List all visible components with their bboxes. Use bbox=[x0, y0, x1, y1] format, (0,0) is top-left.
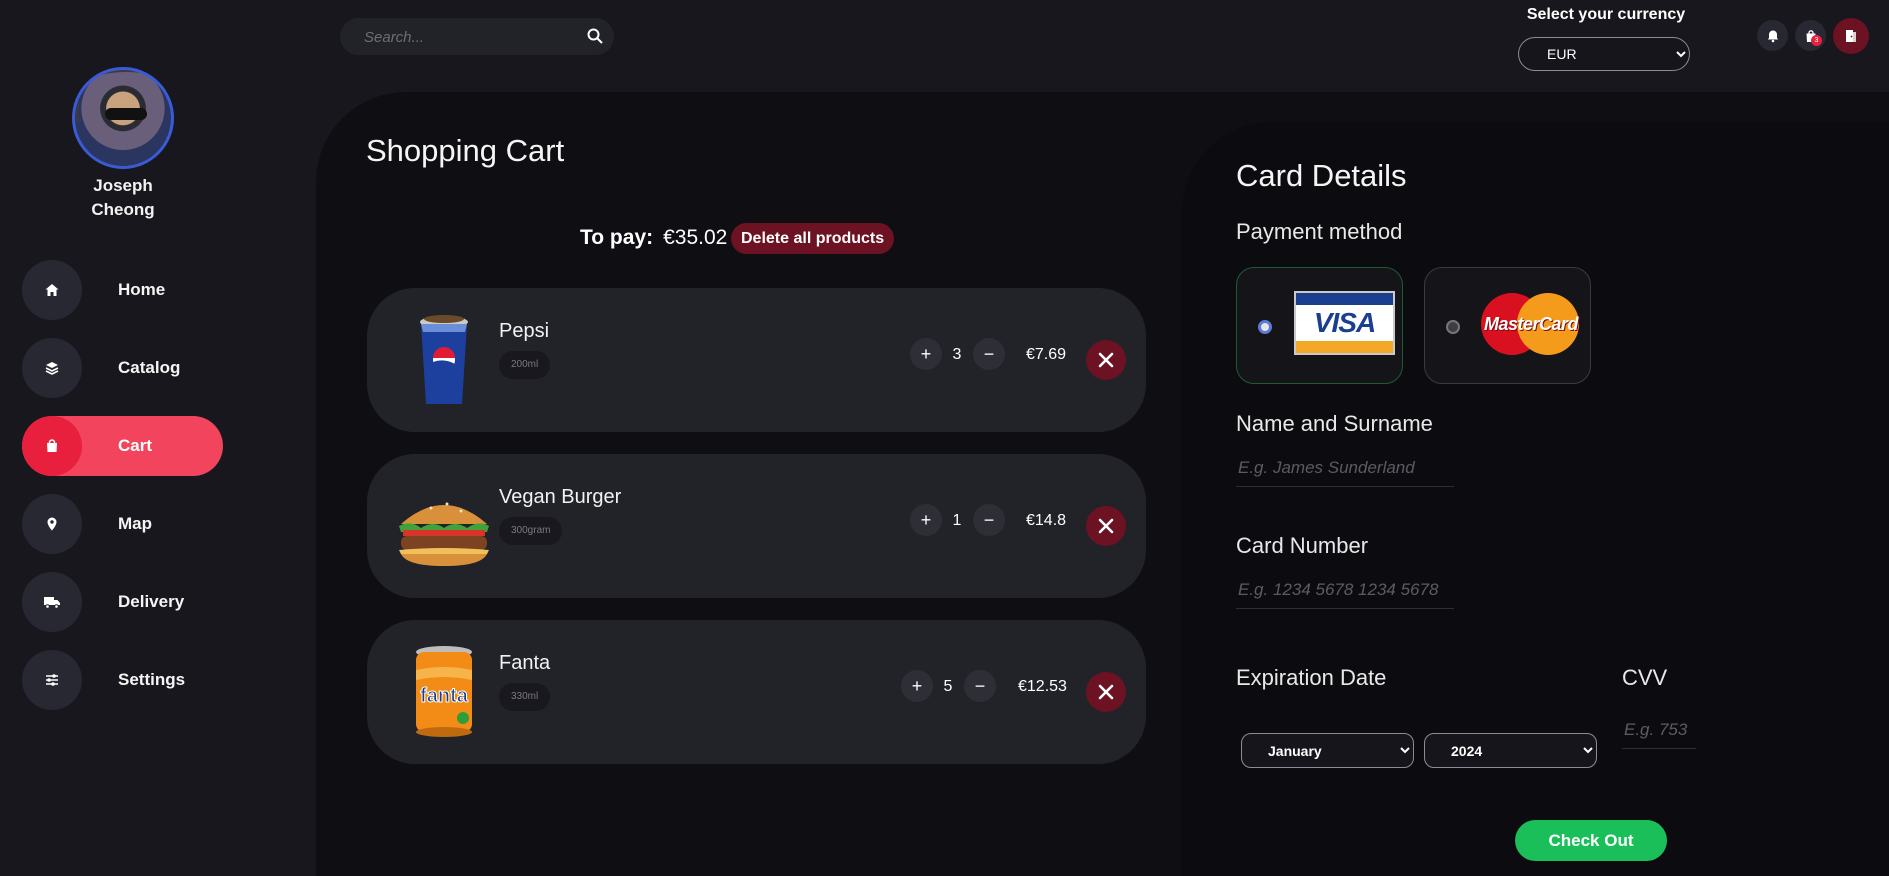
cart-item: Pepsi 200ml + 3 − €7.69 bbox=[367, 288, 1146, 432]
remove-item-button[interactable] bbox=[1086, 672, 1126, 712]
bell-icon[interactable] bbox=[1757, 20, 1788, 51]
home-icon bbox=[22, 260, 82, 320]
payment-option-visa[interactable]: VISA bbox=[1236, 267, 1403, 384]
cvv-field[interactable] bbox=[1622, 711, 1696, 749]
item-price: €7.69 bbox=[1026, 346, 1067, 363]
avatar-glasses bbox=[105, 108, 147, 120]
sidebar-item-label: Delivery bbox=[118, 592, 185, 611]
cart-item: Vegan Burger 300gram + 1 − €14.8 bbox=[367, 454, 1146, 598]
top-icons: 3 bbox=[1757, 18, 1869, 54]
sidebar-item-map[interactable]: Map bbox=[22, 494, 226, 554]
item-quantity: 1 bbox=[952, 512, 962, 529]
truck-icon bbox=[22, 572, 82, 632]
bag-icon bbox=[22, 416, 82, 476]
item-quantity: 5 bbox=[943, 678, 953, 695]
sidebar-item-label: Cart bbox=[118, 436, 153, 455]
sidebar-item-cart[interactable]: Cart bbox=[22, 416, 223, 476]
card-number-label: Card Number bbox=[1236, 533, 1369, 558]
avatar[interactable] bbox=[72, 67, 174, 169]
item-size-badge: 200ml bbox=[499, 351, 551, 379]
to-pay-summary: To pay: €35.02 bbox=[580, 226, 727, 250]
card-details-title: Card Details bbox=[1236, 158, 1407, 193]
decrease-qty-button[interactable]: − bbox=[973, 338, 1005, 370]
payment-option-mastercard[interactable]: MasterCard bbox=[1424, 267, 1591, 384]
mastercard-logo: MasterCard bbox=[1481, 293, 1581, 357]
currency-select[interactable]: EUR bbox=[1518, 37, 1690, 71]
payment-method-label: Payment method bbox=[1236, 219, 1403, 244]
fanta-can-image: fanta bbox=[416, 646, 472, 737]
sidebar-item-label: Home bbox=[118, 280, 166, 299]
to-pay-amount: €35.02 bbox=[663, 226, 728, 249]
page-title: Shopping Cart bbox=[366, 133, 565, 168]
sidebar-nav: Home Catalog Cart Map Delivery Settings bbox=[22, 260, 226, 728]
cart-item: fanta Fanta 330ml + 5 − €12.53 bbox=[367, 620, 1146, 764]
expiration-month-select[interactable]: January bbox=[1241, 733, 1414, 768]
mastercard-radio[interactable] bbox=[1446, 320, 1460, 334]
sidebar: Joseph Cheong Home Catalog Cart Map Deli… bbox=[0, 0, 316, 876]
item-size-badge: 330ml bbox=[499, 683, 551, 711]
burger-image bbox=[399, 502, 489, 566]
layers-icon bbox=[22, 338, 82, 398]
increase-qty-button[interactable]: + bbox=[910, 338, 942, 370]
increase-qty-button[interactable]: + bbox=[910, 504, 942, 536]
expiration-label: Expiration Date bbox=[1236, 665, 1387, 690]
decrease-qty-button[interactable]: − bbox=[964, 670, 996, 702]
item-size-badge: 300gram bbox=[499, 517, 563, 545]
logout-icon[interactable] bbox=[1833, 18, 1869, 54]
cvv-label: CVV bbox=[1622, 665, 1668, 690]
sidebar-item-home[interactable]: Home bbox=[22, 260, 226, 320]
checkout-button[interactable]: Check Out bbox=[1515, 820, 1667, 861]
decrease-qty-button[interactable]: − bbox=[973, 504, 1005, 536]
item-price: €12.53 bbox=[1018, 678, 1067, 695]
expiration-year-select[interactable]: 2024 bbox=[1424, 733, 1597, 768]
name-label: Name and Surname bbox=[1236, 411, 1433, 436]
currency-title: Select your currency bbox=[1526, 6, 1686, 23]
visa-radio[interactable] bbox=[1258, 320, 1272, 334]
item-name: Vegan Burger bbox=[499, 486, 622, 508]
user-name: Joseph Cheong bbox=[91, 176, 155, 219]
card-number-field[interactable] bbox=[1236, 571, 1454, 609]
sidebar-item-label: Settings bbox=[118, 670, 186, 689]
sidebar-item-label: Map bbox=[118, 514, 152, 533]
sidebar-item-label: Catalog bbox=[118, 358, 181, 377]
search-icon[interactable] bbox=[586, 27, 604, 45]
close-icon bbox=[1098, 352, 1114, 368]
svg-text:fanta: fanta bbox=[420, 685, 469, 707]
search-input[interactable] bbox=[364, 26, 574, 48]
remove-item-button[interactable] bbox=[1086, 340, 1126, 380]
name-field[interactable] bbox=[1236, 449, 1454, 487]
visa-logo: VISA bbox=[1294, 291, 1395, 355]
item-price: €14.8 bbox=[1026, 512, 1067, 529]
close-icon bbox=[1098, 684, 1114, 700]
to-pay-label: To pay: bbox=[580, 226, 654, 249]
item-quantity: 3 bbox=[952, 346, 962, 363]
search-bar bbox=[340, 18, 614, 55]
visa-logo-text: VISA bbox=[1313, 307, 1376, 338]
map-pin-icon bbox=[22, 494, 82, 554]
sidebar-item-delivery[interactable]: Delivery bbox=[22, 572, 226, 632]
increase-qty-button[interactable]: + bbox=[901, 670, 933, 702]
shopping-bag-icon[interactable]: 3 bbox=[1795, 20, 1826, 51]
sliders-icon bbox=[22, 650, 82, 710]
item-name: Fanta bbox=[499, 652, 551, 674]
remove-item-button[interactable] bbox=[1086, 506, 1126, 546]
item-name: Pepsi bbox=[499, 320, 550, 342]
sidebar-item-catalog[interactable]: Catalog bbox=[22, 338, 226, 398]
mastercard-logo-text: MasterCard bbox=[1483, 314, 1579, 334]
delete-all-button[interactable]: Delete all products bbox=[731, 223, 895, 254]
pepsi-cup-image bbox=[420, 315, 468, 404]
cart-badge: 3 bbox=[1811, 35, 1822, 46]
close-icon bbox=[1098, 518, 1114, 534]
sidebar-item-settings[interactable]: Settings bbox=[22, 650, 226, 710]
